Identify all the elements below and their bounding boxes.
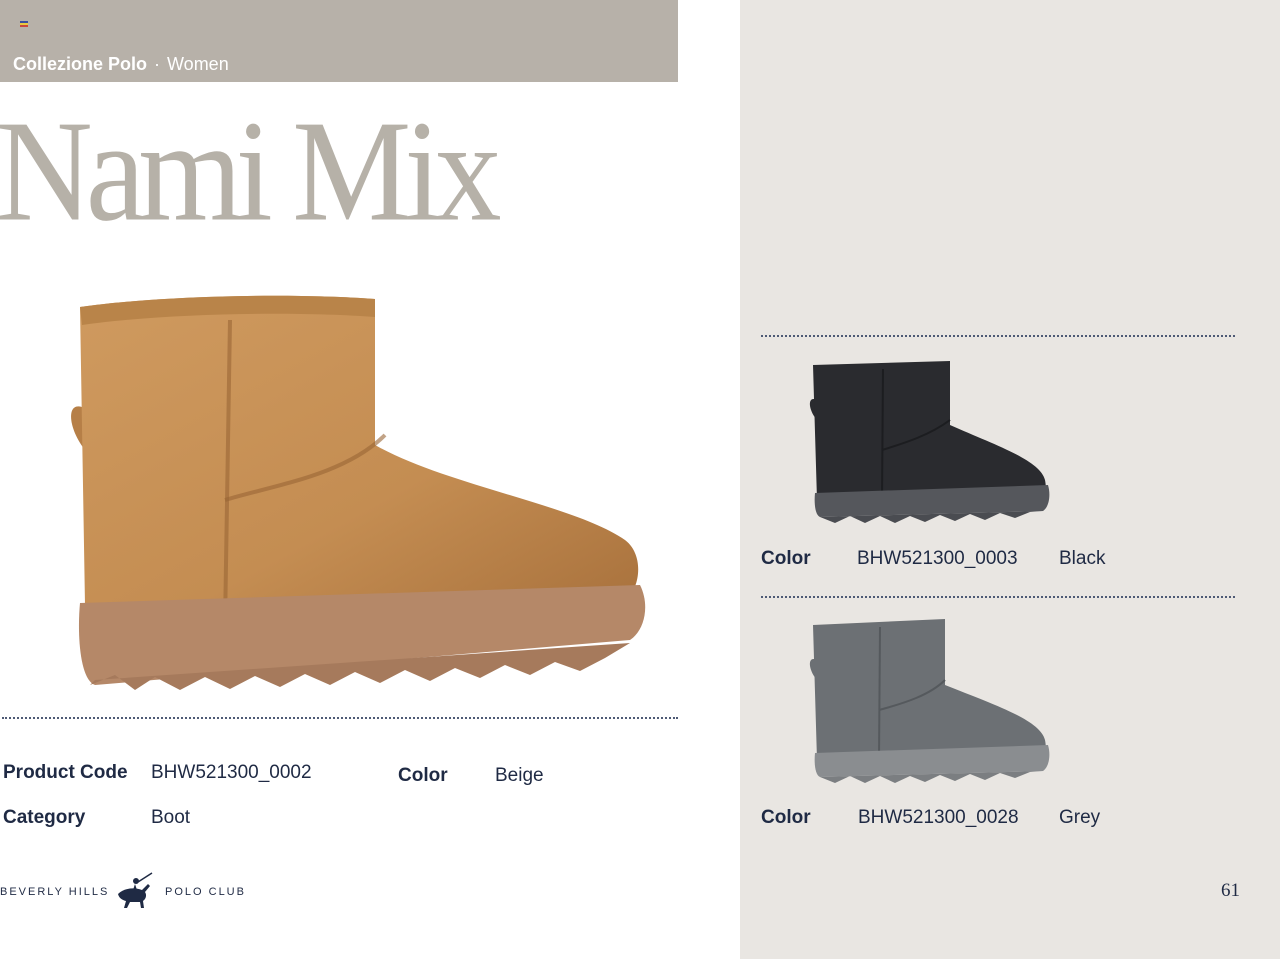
variant-1-code: BHW521300_0003 (857, 548, 1018, 569)
breadcrumb: Collezione Polo · Women (13, 54, 229, 75)
variant-1-color: Black (1059, 548, 1106, 569)
flag-icon (20, 21, 28, 27)
beige-boot-image (71, 295, 646, 690)
color-value: Beige (495, 765, 544, 786)
brand-left-text: BEVERLY HILLS (0, 886, 110, 898)
brand-right-text: POLO CLUB (165, 886, 246, 898)
color-label: Color (398, 765, 448, 786)
variant-divider-2 (761, 596, 1235, 598)
product-title: Nami Mix (0, 90, 502, 251)
product-code-value: BHW521300_0002 (151, 762, 312, 783)
product-divider (2, 717, 678, 719)
category-label: Category (3, 807, 86, 828)
black-boot-image (809, 361, 1050, 523)
grey-boot-image (809, 619, 1050, 783)
variant-2-color: Grey (1059, 807, 1101, 828)
variant-2-color-label: Color (761, 807, 811, 828)
breadcrumb-segment[interactable]: Women (167, 54, 229, 74)
category-value: Boot (151, 807, 191, 828)
brand-logo: BEVERLY HILLS POLO CLUB (0, 870, 260, 910)
header-band: Collezione Polo · Women (0, 0, 678, 82)
variant-divider-1 (761, 335, 1235, 337)
variant-2-code: BHW521300_0028 (858, 807, 1019, 828)
variant-1-color-label: Color (761, 548, 811, 569)
breadcrumb-separator: · (154, 54, 161, 74)
breadcrumb-collection[interactable]: Collezione Polo (13, 54, 147, 74)
product-code-label: Product Code (3, 762, 128, 783)
page-number: 61 (1221, 880, 1240, 901)
polo-player-icon (118, 872, 153, 908)
